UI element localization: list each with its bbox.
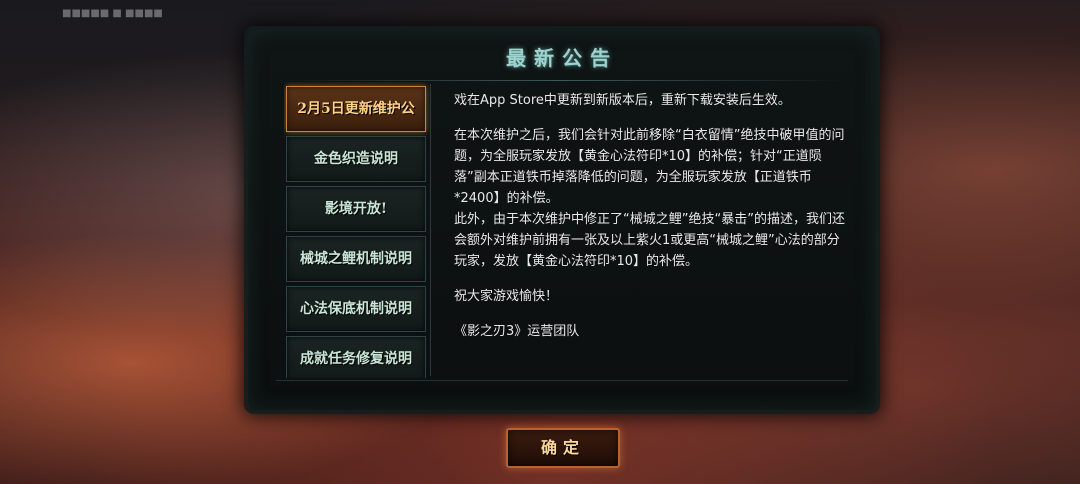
- status-bar-text: ■■■■■ ■ ■■■■: [62, 8, 163, 19]
- announcement-paragraph: 戏在App Store中更新到新版本后，重新下载安装后生效。: [454, 93, 791, 108]
- announcement-content: 戏在App Store中更新到新版本后，重新下载安装后生效。 在本次维护之后，我…: [454, 90, 846, 380]
- tab-mech-city-carp[interactable]: 械城之鲤机制说明: [286, 236, 426, 282]
- dialog-title: 最新公告: [506, 46, 618, 70]
- tab-heart-method-pity[interactable]: 心法保底机制说明: [286, 286, 426, 332]
- announcement-tab-list[interactable]: 2月5日更新维护公 金色织造说明 影境开放! 械城之鲤机制说明 心法保底机制说明…: [284, 82, 434, 378]
- bottom-divider: [276, 380, 848, 381]
- confirm-button[interactable]: 确定: [506, 428, 620, 468]
- tab-feb5-maintenance[interactable]: 2月5日更新维护公: [286, 86, 426, 132]
- announcement-dialog: 最新公告 2月5日更新维护公 金色织造说明 影境开放! 械城之鲤机制说明 心法保…: [248, 30, 876, 410]
- content-divider: [430, 84, 431, 376]
- announcement-paragraph: 祝大家游戏愉快！: [454, 289, 559, 304]
- title-divider: [276, 80, 848, 81]
- tab-golden-weaving[interactable]: 金色织造说明: [286, 136, 426, 182]
- tab-achievement-fix[interactable]: 成就任务修复说明: [286, 336, 426, 378]
- announcement-signature: 《影之刃3》运营团队: [454, 324, 580, 339]
- announcement-paragraph: 在本次维护之后，我们会针对此前移除“白衣留情”绝技中破甲值的问题，为全服玩家发放…: [454, 128, 845, 269]
- tab-shadow-realm[interactable]: 影境开放!: [286, 186, 426, 232]
